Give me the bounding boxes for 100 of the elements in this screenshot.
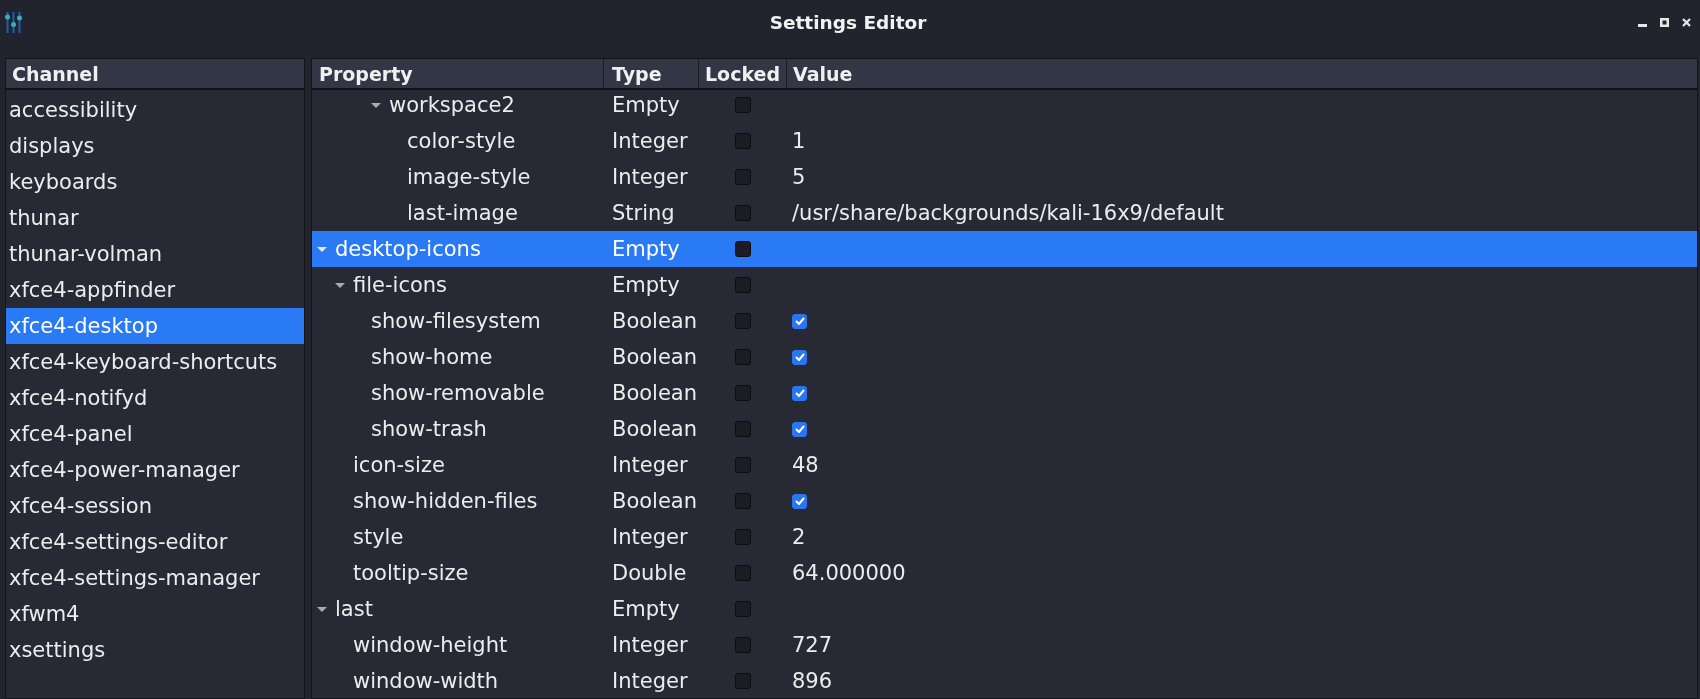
channel-item[interactable]: thunar: [6, 200, 304, 236]
property-value: 64.000000: [792, 561, 906, 585]
tree-row[interactable]: show-home Boolean: [312, 339, 1697, 375]
property-value: 896: [792, 669, 833, 693]
tree-row[interactable]: image-style Integer 5: [312, 159, 1697, 195]
property-name: workspace2: [389, 93, 515, 117]
channel-item[interactable]: xfce4-keyboard-shortcuts: [6, 344, 304, 380]
tree-row[interactable]: icon-size Integer 48: [312, 447, 1697, 483]
caret-icon[interactable]: [317, 246, 327, 252]
value-checkbox[interactable]: [792, 493, 807, 509]
property-type: Boolean: [612, 309, 698, 333]
lock-checkbox[interactable]: [735, 349, 751, 365]
channel-item[interactable]: xfce4-desktop: [6, 308, 304, 344]
tree-row[interactable]: workspace2 Empty: [312, 90, 1697, 123]
tree-row[interactable]: show-trash Boolean: [312, 411, 1697, 447]
channel-item[interactable]: xfce4-power-manager: [6, 452, 304, 488]
lock-checkbox[interactable]: [735, 421, 751, 437]
property-type: Empty: [612, 597, 680, 621]
lock-checkbox[interactable]: [735, 277, 751, 293]
column-header[interactable]: Locked: [699, 59, 787, 88]
property-name: image-style: [407, 165, 531, 189]
property-name: show-trash: [371, 417, 487, 441]
caret-icon[interactable]: [371, 102, 381, 108]
sliders-icon: [5, 11, 22, 33]
lock-checkbox[interactable]: [735, 97, 751, 113]
close-button[interactable]: [1682, 18, 1691, 27]
tree-row[interactable]: last Empty: [312, 591, 1697, 627]
lock-checkbox[interactable]: [735, 637, 751, 653]
channel-item[interactable]: xfce4-settings-editor: [6, 524, 304, 560]
lock-checkbox[interactable]: [735, 133, 751, 149]
property-type: Boolean: [612, 489, 698, 513]
tree-row[interactable]: tooltip-size Double 64.000000: [312, 555, 1697, 591]
tree-row[interactable]: color-style Integer 1: [312, 123, 1697, 159]
value-checkbox[interactable]: [792, 385, 807, 401]
maximize-button[interactable]: [1660, 18, 1669, 27]
value-checkbox[interactable]: [792, 421, 807, 437]
channel-item[interactable]: xfwm4: [6, 596, 304, 632]
channel-item[interactable]: displays: [6, 128, 304, 164]
lock-checkbox[interactable]: [735, 565, 751, 581]
property-type: Integer: [612, 129, 688, 153]
property-type: Integer: [612, 453, 688, 477]
tree-row[interactable]: window-width Integer 896: [312, 663, 1697, 698]
tree-row[interactable]: style Integer 2: [312, 519, 1697, 555]
channel-item[interactable]: xfce4-settings-manager: [6, 560, 304, 596]
property-name: last-image: [407, 201, 518, 225]
caret-icon[interactable]: [317, 606, 327, 612]
property-type: Empty: [612, 273, 680, 297]
property-type: Integer: [612, 669, 688, 693]
lock-checkbox[interactable]: [735, 385, 751, 401]
property-name: desktop-icons: [335, 237, 481, 261]
property-name: show-filesystem: [371, 309, 541, 333]
property-value: 1: [792, 129, 806, 153]
tree-row[interactable]: desktop-icons Empty: [312, 231, 1697, 267]
minimize-button[interactable]: [1638, 24, 1647, 27]
lock-checkbox[interactable]: [735, 529, 751, 545]
maximize-icon: [1660, 18, 1669, 27]
property-type: Empty: [612, 93, 680, 117]
property-type: String: [612, 201, 675, 225]
channel-item[interactable]: keyboards: [6, 164, 304, 200]
channel-item[interactable]: accessibility: [6, 92, 304, 128]
value-checkbox[interactable]: [792, 349, 807, 365]
lock-checkbox[interactable]: [735, 205, 751, 221]
property-type: Integer: [612, 165, 688, 189]
column-header[interactable]: Channel: [6, 59, 304, 88]
tree-row[interactable]: last-image String /usr/share/backgrounds/kali-16x9/default: [312, 195, 1697, 231]
channel-item[interactable]: xsettings: [6, 632, 304, 668]
lock-checkbox[interactable]: [735, 169, 751, 185]
tree-row[interactable]: window-height Integer 727: [312, 627, 1697, 663]
property-value: 727: [792, 633, 833, 657]
channel-item[interactable]: thunar-volman: [6, 236, 304, 272]
tree-row[interactable]: show-hidden-files Boolean: [312, 483, 1697, 519]
channel-item[interactable]: xfce4-appfinder: [6, 272, 304, 308]
column-header[interactable]: Value: [787, 59, 1697, 88]
property-type: Integer: [612, 633, 688, 657]
property-value: /usr/share/backgrounds/kali-16x9/default: [792, 201, 1224, 225]
property-name: last: [335, 597, 373, 621]
tree-row[interactable]: show-removable Boolean: [312, 375, 1697, 411]
channel-item[interactable]: xfce4-panel: [6, 416, 304, 452]
column-header[interactable]: Type: [604, 59, 699, 88]
lock-checkbox[interactable]: [735, 313, 751, 329]
lock-checkbox[interactable]: [735, 601, 751, 617]
lock-checkbox[interactable]: [735, 673, 751, 689]
property-value: 5: [792, 165, 806, 189]
property-name: show-home: [371, 345, 493, 369]
lock-checkbox[interactable]: [735, 457, 751, 473]
column-header[interactable]: Property: [312, 59, 604, 88]
close-icon: [1682, 18, 1691, 27]
property-name: show-hidden-files: [353, 489, 538, 513]
tree-row[interactable]: file-icons Empty: [312, 267, 1697, 303]
property-name: tooltip-size: [353, 561, 469, 585]
channel-item[interactable]: xfce4-notifyd: [6, 380, 304, 416]
channel-item[interactable]: xfce4-session: [6, 488, 304, 524]
tree-row[interactable]: show-filesystem Boolean: [312, 303, 1697, 339]
caret-icon[interactable]: [335, 282, 345, 288]
property-type: Boolean: [612, 417, 698, 441]
lock-checkbox[interactable]: [735, 493, 751, 509]
lock-checkbox[interactable]: [735, 241, 751, 257]
value-checkbox[interactable]: [792, 313, 807, 329]
property-value: 48: [792, 453, 819, 477]
property-type: Boolean: [612, 345, 698, 369]
